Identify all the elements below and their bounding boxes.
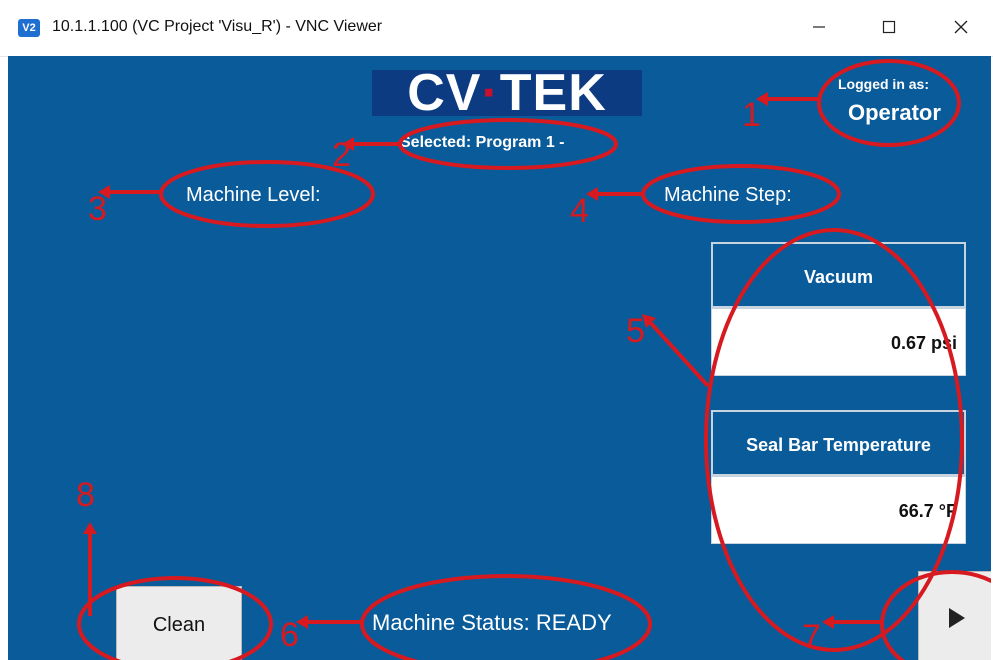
- window-title: 10.1.1.100 (VC Project 'Visu_R') - VNC V…: [52, 18, 383, 35]
- annotation-number-2: 2: [332, 136, 351, 174]
- annotation-number-6: 6: [280, 616, 299, 654]
- annotation-arrowhead-7: [822, 615, 834, 629]
- hmi-screen: CV·TEK Logged in as: Operator Selected: …: [8, 56, 991, 660]
- close-icon: [954, 20, 968, 34]
- annotation-ellipse-2: [398, 118, 618, 170]
- annotation-ellipse-5: [704, 228, 964, 652]
- annotation-number-4: 4: [570, 192, 589, 230]
- annotation-ellipse-8: [77, 576, 273, 660]
- annotation-ellipse-7: [880, 570, 991, 660]
- minimize-icon: [813, 26, 825, 28]
- annotation-number-1: 1: [742, 96, 761, 134]
- annotation-ellipse-4: [641, 164, 841, 224]
- annotation-ellipse-1: [817, 59, 961, 147]
- annotation-number-5: 5: [626, 312, 645, 350]
- annotation-number-7: 7: [802, 618, 821, 656]
- vnc-app-icon: V2: [18, 19, 40, 37]
- annotation-arrowhead-8: [83, 522, 97, 534]
- annotation-number-8: 8: [76, 476, 95, 514]
- annotation-number-3: 3: [88, 190, 107, 228]
- minimize-button[interactable]: [796, 10, 842, 46]
- close-button[interactable]: [938, 10, 984, 46]
- maximize-icon: [882, 20, 896, 34]
- maximize-button[interactable]: [866, 10, 912, 46]
- annotation-overlay: [77, 59, 991, 660]
- title-bar: V2 10.1.1.100 (VC Project 'Visu_R') - VN…: [0, 0, 993, 57]
- annotation-ellipse-6: [360, 574, 652, 660]
- annotation-arrow-5: [646, 318, 710, 388]
